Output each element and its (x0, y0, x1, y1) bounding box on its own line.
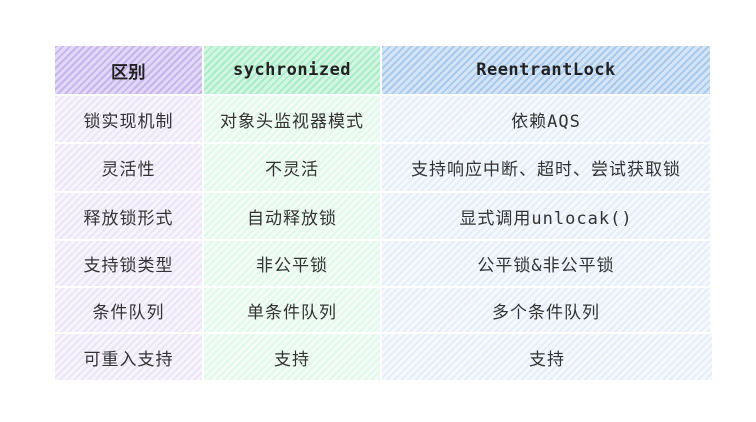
synchronized-cell: 不灵活 (204, 144, 382, 193)
row-label-cell: 灵活性 (55, 144, 204, 193)
reentrantlock-cell: 支持响应中断、超时、尝试获取锁 (382, 144, 712, 193)
header-cell-synchronized: sychronized (204, 46, 382, 96)
synchronized-cell: 非公平锁 (204, 241, 382, 288)
row-label-cell: 条件队列 (55, 288, 204, 334)
row-label-cell: 可重入支持 (55, 334, 204, 382)
row-label-cell: 支持锁类型 (55, 241, 204, 288)
reentrantlock-cell: 多个条件队列 (382, 288, 712, 334)
reentrantlock-cell: 支持 (382, 334, 712, 382)
header-cell-difference: 区别 (55, 46, 204, 96)
comparison-table: 区别 sychronized ReentrantLock 锁实现机制 对象头监视… (55, 46, 712, 382)
header-cell-reentrantlock: ReentrantLock (382, 46, 712, 96)
synchronized-cell: 支持 (204, 334, 382, 382)
row-label-cell: 锁实现机制 (55, 96, 204, 144)
synchronized-cell: 对象头监视器模式 (204, 96, 382, 144)
synchronized-cell: 单条件队列 (204, 288, 382, 334)
reentrantlock-cell: 显式调用unlocak() (382, 193, 712, 241)
synchronized-cell: 自动释放锁 (204, 193, 382, 241)
reentrantlock-cell: 公平锁&非公平锁 (382, 241, 712, 288)
row-label-cell: 释放锁形式 (55, 193, 204, 241)
reentrantlock-cell: 依赖AQS (382, 96, 712, 144)
